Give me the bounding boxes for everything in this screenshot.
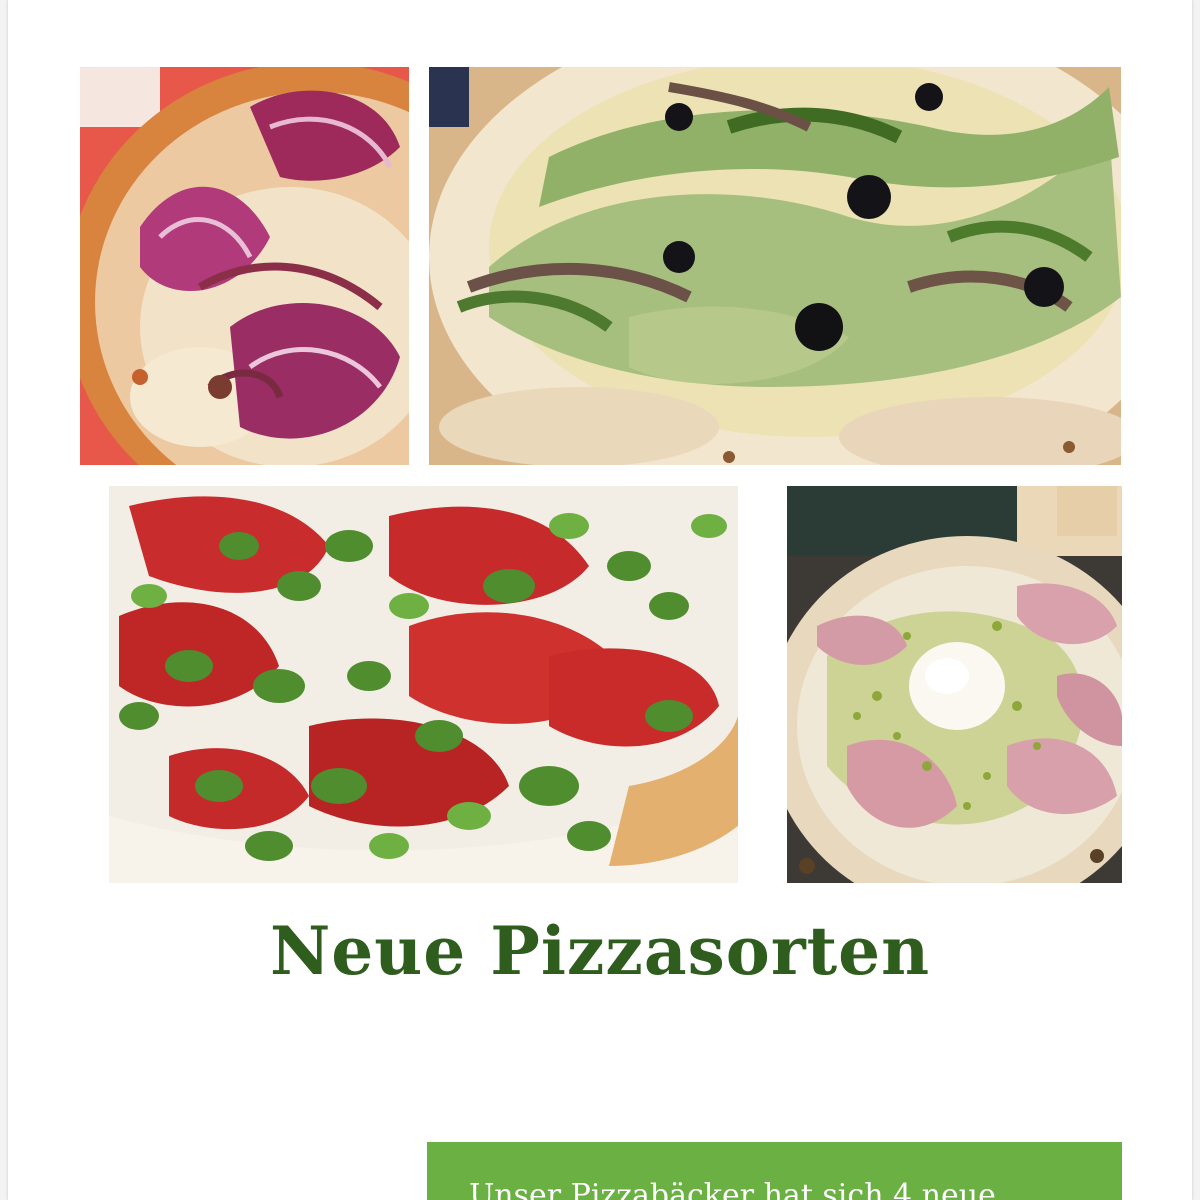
pizza-bresaola-lambs-lettuce-photo — [109, 486, 738, 883]
page-title: Neue Pizzasorten — [269, 912, 931, 990]
teaser-text: Unser Pizzabäcker hat sich 4 neue — [469, 1178, 996, 1200]
page: Neue Pizzasorten Unser Pizzabäcker hat s… — [8, 0, 1192, 1200]
pizza-radicchio-photo — [80, 67, 409, 465]
pizza-ham-burrata-pistachio-photo — [787, 486, 1122, 883]
teaser-box: Unser Pizzabäcker hat sich 4 neue — [427, 1142, 1122, 1200]
pizza-greens-olives-anchovy-photo — [429, 67, 1121, 465]
